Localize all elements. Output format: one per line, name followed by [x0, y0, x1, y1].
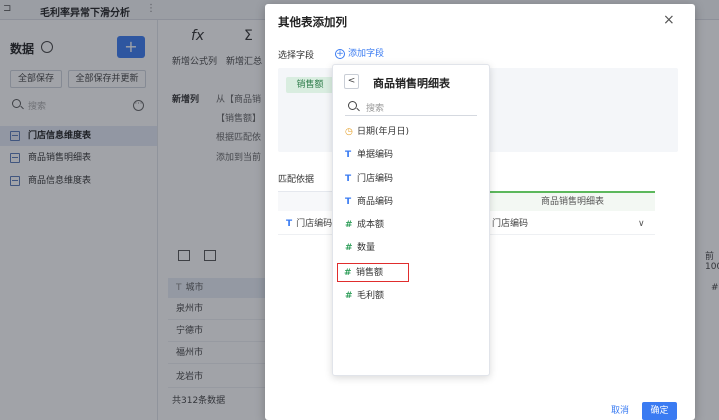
dialog-title: 其他表添加列	[278, 15, 347, 29]
field-option-label: 单据编码	[357, 150, 394, 160]
field-option-cost[interactable]: # 成本额	[343, 216, 481, 235]
clock-icon: ◷	[345, 127, 353, 137]
match-left-label: 门店编码	[296, 219, 333, 229]
field-picker-dropdown: < 商品销售明细表 搜索 ◷ 日期(年月日) T 单据编码 T 门店编码 T 商品编码 …	[332, 64, 490, 376]
match-source-field-select[interactable]: 门店编码 ∨	[490, 213, 655, 235]
cancel-button[interactable]: 取消	[603, 402, 637, 420]
selected-field-chip[interactable]: 销售额	[286, 77, 334, 93]
back-icon[interactable]: <	[344, 74, 359, 89]
text-type-icon: T	[345, 150, 352, 160]
text-type-icon: T	[345, 197, 352, 207]
field-option-label: 数量	[357, 243, 376, 253]
text-type-icon: T	[286, 219, 293, 229]
chevron-down-icon: ∨	[638, 219, 645, 229]
field-option-product-code[interactable]: T 商品编码	[343, 193, 481, 212]
add-field-label: 添加字段	[348, 49, 385, 59]
close-icon[interactable]: ×	[663, 12, 675, 28]
search-placeholder: 搜索	[366, 104, 385, 114]
add-field-button[interactable]: + 添加字段	[335, 46, 384, 59]
field-option-store-code[interactable]: T 门店编码	[343, 170, 481, 189]
match-right-label: 门店编码	[492, 219, 529, 229]
field-option-sales-amount[interactable]: # 销售额	[337, 263, 409, 282]
select-field-label: 选择字段	[278, 51, 315, 61]
search-icon	[348, 101, 357, 110]
number-type-icon: #	[344, 268, 352, 278]
field-option-date[interactable]: ◷ 日期(年月日)	[343, 123, 481, 142]
number-type-icon: #	[345, 291, 353, 301]
field-option-label: 商品编码	[357, 197, 394, 207]
plus-circle-icon: +	[335, 49, 345, 59]
field-option-label: 毛利额	[357, 291, 385, 301]
number-type-icon: #	[345, 243, 353, 253]
match-header-source: 商品销售明细表	[490, 191, 655, 211]
field-option-label: 成本额	[357, 220, 385, 230]
field-option-label: 门店编码	[357, 174, 394, 184]
match-basis-label: 匹配依据	[278, 175, 315, 185]
field-search-input[interactable]: 搜索	[345, 99, 477, 116]
field-option-gross-profit[interactable]: # 毛利额	[343, 287, 481, 306]
dropdown-title: 商品销售明细表	[373, 77, 450, 90]
field-option-label: 销售额	[356, 268, 384, 278]
number-type-icon: #	[345, 220, 353, 230]
confirm-button[interactable]: 确定	[642, 402, 677, 420]
text-type-icon: T	[345, 174, 352, 184]
field-option-quantity[interactable]: # 数量	[343, 239, 481, 258]
field-option-label: 日期(年月日)	[357, 127, 410, 137]
field-option-doc-code[interactable]: T 单据编码	[343, 146, 481, 165]
